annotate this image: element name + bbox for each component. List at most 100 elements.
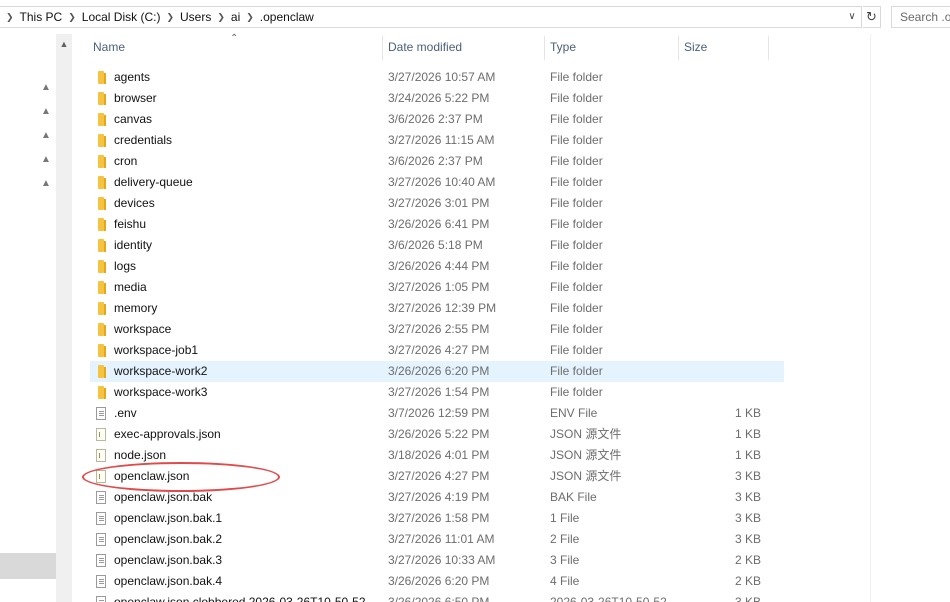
folder-icon [98,323,106,336]
folder-row[interactable]: memory 3/27/2026 12:39 PM File folder [72,298,950,319]
column-header-type[interactable]: Type [544,34,678,62]
file-name: devices [114,196,155,210]
address-bar[interactable]: ❯ This PC ❯ Local Disk (C:) ❯ Users ❯ ai… [0,6,862,28]
file-date-modified: 3/6/2026 5:18 PM [388,238,483,252]
breadcrumb-local-disk[interactable]: Local Disk (C:) [82,10,161,24]
file-type: JSON 源文件 [550,469,622,483]
column-header-date[interactable]: Date modified [382,34,544,62]
folder-row[interactable]: cron 3/6/2026 2:37 PM File folder [72,151,950,172]
column-header-size[interactable]: Size [678,34,768,62]
file-date-modified: 3/26/2026 5:22 PM [388,427,490,441]
folder-row[interactable]: credentials 3/27/2026 11:15 AM File folder [72,130,950,151]
file-date-modified: 3/26/2026 4:44 PM [388,259,490,273]
pin-icon: ▲ [41,130,51,141]
file-name: credentials [114,133,173,147]
pin-icon: ▲ [41,106,51,117]
folder-row[interactable]: media 3/27/2026 1:05 PM File folder [72,277,950,298]
file-name: openclaw.json.clobbered.2026-03-26T10-50… [114,595,366,602]
folder-row[interactable]: delivery-queue 3/27/2026 10:40 AM File fol… [72,172,950,193]
file-name: openclaw.json.bak.1 [114,511,223,525]
column-divider[interactable] [768,36,769,60]
file-type: File folder [550,364,603,378]
column-header-name[interactable]: Name [87,34,381,62]
folder-row[interactable]: workspace-work2 3/26/2026 6:20 PM File fol… [90,361,784,382]
file-date-modified: 3/27/2026 4:19 PM [388,490,490,504]
folder-row[interactable]: logs 3/26/2026 4:44 PM File folder [72,256,950,277]
file-list: ⌃ Name Date modified Type Size agents 3/2… [72,33,950,602]
file-row[interactable]: exec-approvals.json 3/26/2026 5:22 PM JSON… [72,424,950,445]
chevron-right-icon[interactable]: ❯ [62,12,82,23]
chevron-right-icon[interactable]: ❯ [211,12,231,23]
file-date-modified: 3/27/2026 11:01 AM [388,532,495,546]
file-row[interactable]: openclaw.json.bak.2 3/27/2026 11:01 AM 2 F… [72,529,950,550]
file-type: File folder [550,280,603,294]
file-name: exec-approvals.json [114,427,221,441]
scroll-up-icon[interactable]: ▲ [56,36,72,52]
file-name: media [114,280,147,294]
folder-row[interactable]: workspace-job1 3/27/2026 4:27 PM File fold… [72,340,950,361]
refresh-icon[interactable]: ↻ [863,6,881,28]
folder-icon [98,113,106,126]
file-name: workspace-work3 [114,385,208,399]
file-date-modified: 3/27/2026 1:58 PM [388,511,490,525]
file-size: 2 KB [734,553,761,567]
file-name: delivery-queue [114,175,193,189]
file-size [672,235,761,256]
folder-icon [98,365,106,378]
folder-icon [98,176,106,189]
pin-icon: ▲ [41,82,51,93]
file-row[interactable]: openclaw.json.bak.4 3/26/2026 6:20 PM 4 Fi… [72,571,950,592]
file-size [672,172,761,193]
folder-row[interactable]: workspace-work3 3/27/2026 1:54 PM File fol… [72,382,950,403]
json-file-icon [96,449,106,462]
chevron-right-icon[interactable]: ❯ [240,12,260,23]
address-bar-area: ❯ This PC ❯ Local Disk (C:) ❯ Users ❯ ai… [0,0,950,34]
chevron-down-icon[interactable]: ∨ [845,9,859,25]
search-input[interactable]: Search .op [891,6,950,28]
breadcrumb-openclaw[interactable]: .openclaw [260,10,314,24]
breadcrumb-users[interactable]: Users [180,10,211,24]
folder-row[interactable]: feishu 3/26/2026 6:41 PM File folder [72,214,950,235]
folder-row[interactable]: devices 3/27/2026 3:01 PM File folder [72,193,950,214]
file-row[interactable]: openclaw.json.clobbered.2026-03-26T10-50… [72,592,950,602]
file-date-modified: 3/27/2026 4:27 PM [388,469,490,483]
file-size: 1 KB [734,427,761,441]
breadcrumb-user[interactable]: ai [231,10,240,24]
nav-item-selected[interactable] [0,553,56,579]
file-name: .env [114,406,137,420]
file-size [672,193,761,214]
file-size: 3 KB [734,469,761,483]
file-date-modified: 3/26/2026 6:20 PM [388,364,490,378]
nav-scrollbar[interactable]: ▲ [56,34,72,602]
file-date-modified: 3/27/2026 4:27 PM [388,343,490,357]
file-date-modified: 3/26/2026 6:20 PM [388,574,490,588]
file-type: File folder [550,196,603,210]
file-date-modified: 3/7/2026 12:59 PM [388,406,490,420]
file-name: feishu [114,217,147,231]
annotation-circle [82,462,280,492]
file-size [672,88,761,109]
file-type: 2 File [550,532,580,546]
file-type: File folder [550,112,603,126]
folder-row[interactable]: canvas 3/6/2026 2:37 PM File folder [72,109,950,130]
file-date-modified: 3/24/2026 5:22 PM [388,91,490,105]
folder-row[interactable]: agents 3/27/2026 10:57 AM File folder [72,67,950,88]
file-type: File folder [550,385,603,399]
file-row[interactable]: .env 3/7/2026 12:59 PM ENV File 1 KB [72,403,950,424]
folder-row[interactable]: workspace 3/27/2026 2:55 PM File folder [72,319,950,340]
file-name: openclaw.json.bak.2 [114,532,223,546]
chevron-right-icon[interactable]: ❯ [0,12,20,23]
file-icon [96,533,106,546]
file-row[interactable]: openclaw.json.bak.3 3/27/2026 10:33 AM 3 F… [72,550,950,571]
file-date-modified: 3/26/2026 6:50 PM [388,595,490,602]
breadcrumb-this-pc[interactable]: This PC [20,10,63,24]
file-row[interactable]: openclaw.json.bak.1 3/27/2026 1:58 PM 1 Fi… [72,508,950,529]
folder-icon [98,239,106,252]
folder-row[interactable]: browser 3/24/2026 5:22 PM File folder [72,88,950,109]
file-name: identity [114,238,153,252]
chevron-right-icon[interactable]: ❯ [160,12,180,23]
file-date-modified: 3/27/2026 2:55 PM [388,322,490,336]
pin-icon: ▲ [41,178,51,189]
folder-row[interactable]: identity 3/6/2026 5:18 PM File folder [72,235,950,256]
json-file-icon [96,428,106,441]
